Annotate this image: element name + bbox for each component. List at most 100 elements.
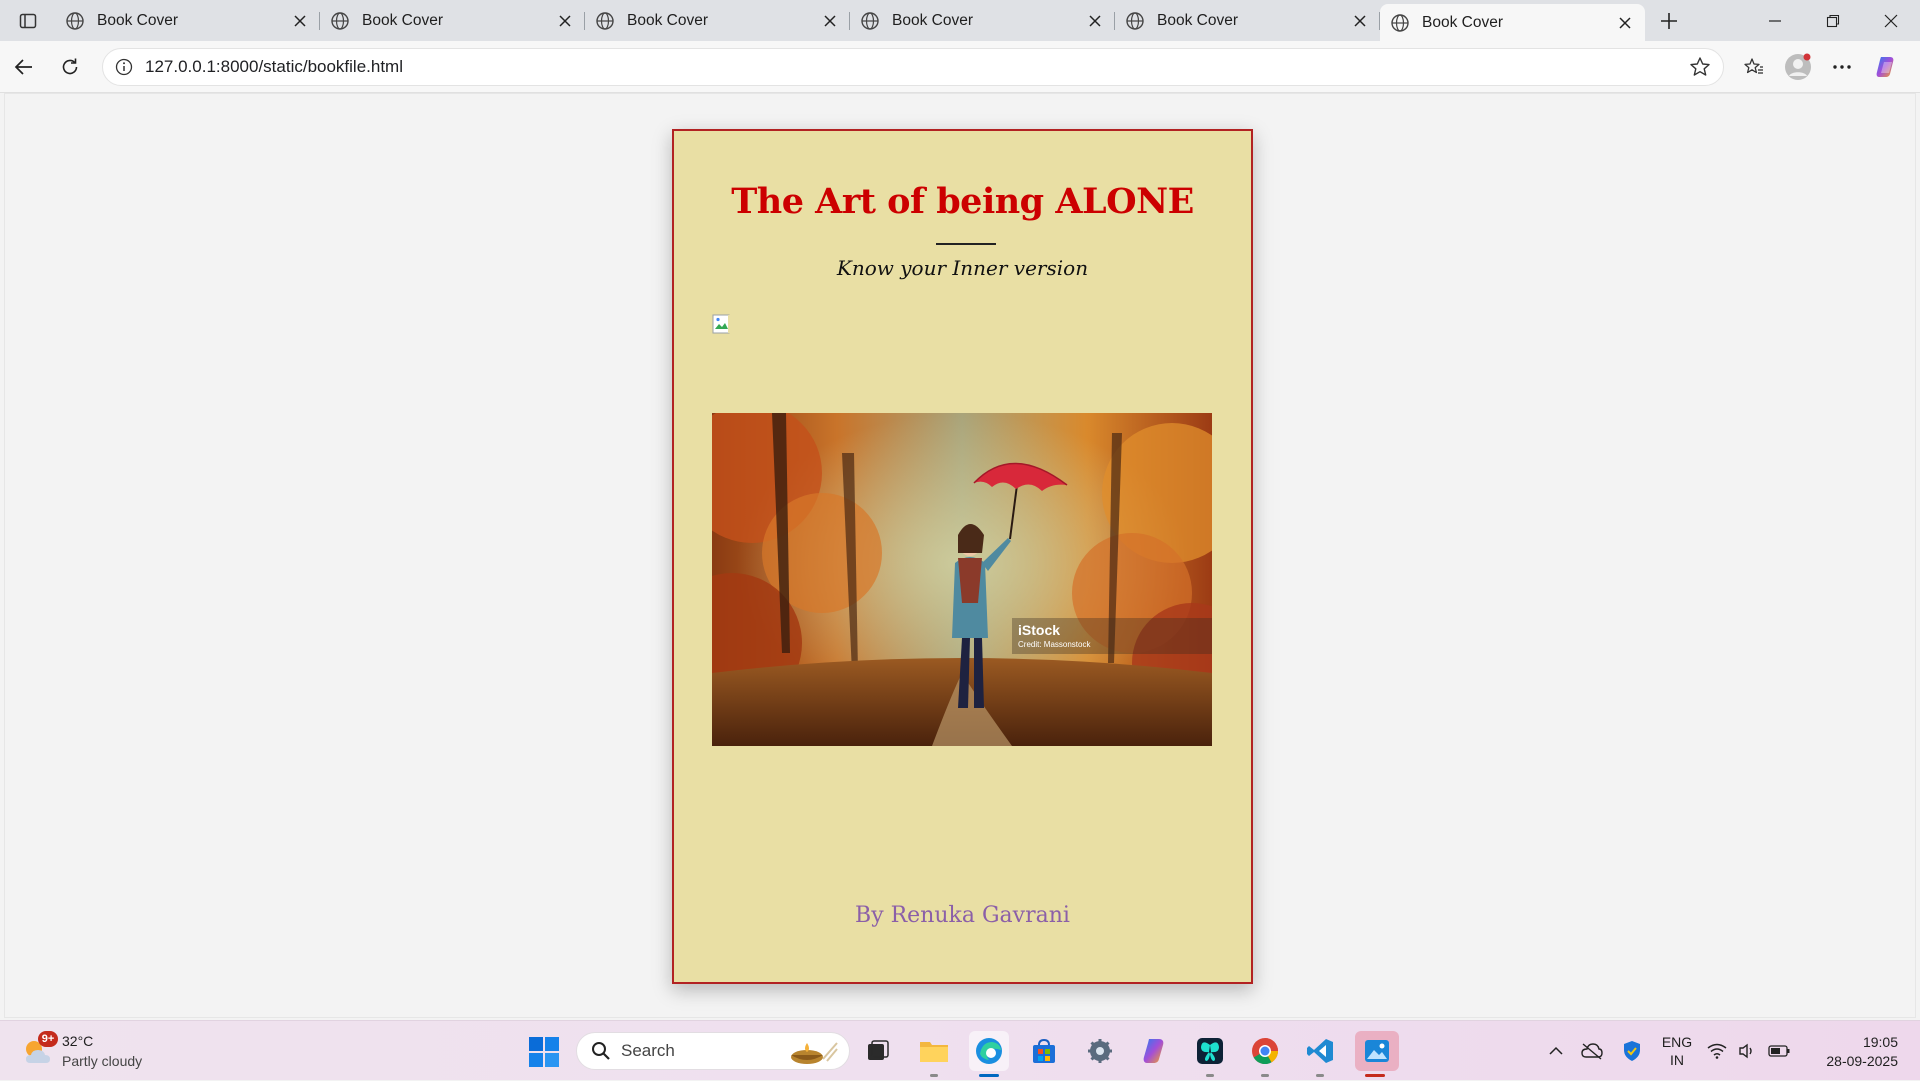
task-view-icon <box>868 1040 889 1060</box>
file-explorer-button[interactable] <box>914 1031 954 1077</box>
tab-book-cover-3[interactable]: Book Cover <box>585 0 850 41</box>
copilot-icon <box>1876 56 1894 77</box>
tab-book-cover-active[interactable]: Book Cover <box>1380 4 1645 41</box>
settings-button[interactable] <box>1080 1031 1120 1071</box>
clock-time: 19:05 <box>1862 1034 1898 1050</box>
tab-book-cover-5[interactable]: Book Cover <box>1115 0 1380 41</box>
search-icon <box>592 1042 610 1060</box>
vscode-icon <box>1307 1039 1333 1063</box>
book-author: By Renuka Gavrani <box>855 903 1070 928</box>
close-icon[interactable] <box>1615 13 1635 33</box>
refresh-button[interactable] <box>48 47 92 87</box>
gear-icon <box>1088 1039 1112 1063</box>
close-icon[interactable] <box>555 11 575 31</box>
weather-temperature: 32°C <box>62 1033 94 1049</box>
security-shield-icon[interactable] <box>1612 1040 1652 1062</box>
cover-photo: iStock Credit: Massonstock <box>712 413 1212 746</box>
profile-button[interactable] <box>1776 47 1820 87</box>
clock-date: 28-09-2025 <box>1826 1053 1898 1069</box>
restore-icon <box>1826 14 1840 27</box>
weather-description: Partly cloudy <box>62 1053 143 1069</box>
edge-icon <box>976 1038 1002 1064</box>
globe-icon <box>1391 13 1409 32</box>
tab-title: Book Cover <box>97 11 178 29</box>
globe-icon <box>861 11 879 30</box>
globe-icon <box>66 11 84 30</box>
copilot-button[interactable] <box>1864 47 1908 87</box>
taskbar-search[interactable]: Search <box>576 1032 850 1070</box>
page-viewport: The Art of being ALONE Know your Inner v… <box>4 93 1916 1018</box>
favorite-star-icon[interactable] <box>1689 56 1711 78</box>
broken-image-icon <box>712 314 733 335</box>
browser-toolbar: 127.0.0.1:8000/static/bookfile.html <box>0 41 1920 93</box>
battery-icon[interactable] <box>1762 1045 1796 1057</box>
back-arrow-icon <box>14 58 32 75</box>
microsoft-store-button[interactable] <box>1024 1031 1064 1071</box>
book-subtitle: Know your Inner version <box>836 256 1089 280</box>
region-code: IN <box>1670 1052 1684 1068</box>
favorites-button[interactable] <box>1732 47 1776 87</box>
tab-book-cover-1[interactable]: Book Cover <box>55 0 320 41</box>
tab-actions-button[interactable] <box>0 0 55 41</box>
title-divider <box>936 243 996 245</box>
close-icon[interactable] <box>820 11 840 31</box>
close-icon[interactable] <box>1350 11 1370 31</box>
book-cover: The Art of being ALONE Know your Inner v… <box>672 129 1253 984</box>
info-icon[interactable] <box>115 58 133 76</box>
search-label: Search <box>621 1041 675 1060</box>
start-button[interactable] <box>528 1036 560 1068</box>
back-button[interactable] <box>2 47 46 87</box>
task-view-button[interactable] <box>858 1031 898 1071</box>
more-menu-button[interactable] <box>1820 47 1864 87</box>
volume-icon[interactable] <box>1732 1043 1762 1059</box>
close-icon <box>1884 14 1898 27</box>
windows-logo-icon <box>529 1037 559 1067</box>
butterfly-app-icon <box>1197 1038 1223 1064</box>
language-indicator[interactable]: ENG IN <box>1652 1033 1702 1069</box>
chevron-up-icon[interactable] <box>1540 1046 1572 1056</box>
chrome-icon <box>1252 1038 1279 1065</box>
tab-title: Book Cover <box>1422 13 1503 31</box>
close-window-button[interactable] <box>1862 0 1920 41</box>
refresh-icon <box>62 58 78 74</box>
minimize-button[interactable] <box>1746 0 1804 41</box>
globe-icon <box>1126 11 1144 30</box>
weather-widget[interactable]: 9+ 32°C Partly cloudy <box>20 1031 142 1071</box>
vscode-button[interactable] <box>1300 1031 1340 1077</box>
tab-book-cover-4[interactable]: Book Cover <box>850 0 1115 41</box>
photos-icon <box>1365 1040 1389 1062</box>
wifi-icon[interactable] <box>1702 1043 1732 1059</box>
edge-button[interactable] <box>969 1031 1009 1077</box>
more-dots-icon <box>1833 64 1851 69</box>
onedrive-offline-icon[interactable] <box>1572 1042 1612 1060</box>
language-code: ENG <box>1661 1034 1693 1050</box>
close-icon[interactable] <box>290 11 310 31</box>
tab-strip: Book Cover Book Cover Book Cover Book Co… <box>0 0 1920 41</box>
photos-app-button[interactable] <box>1355 1031 1399 1077</box>
store-icon <box>1033 1038 1055 1063</box>
tab-title: Book Cover <box>627 11 708 29</box>
partly-cloudy-icon: 9+ <box>20 1031 58 1069</box>
favorites-icon <box>1744 57 1763 74</box>
close-icon[interactable] <box>1085 11 1105 31</box>
clock[interactable]: 19:05 28-09-2025 <box>1826 1033 1898 1071</box>
new-tab-button[interactable] <box>1645 0 1693 41</box>
tab-book-cover-2[interactable]: Book Cover <box>320 0 585 41</box>
tab-actions-icon <box>19 13 36 28</box>
woman-with-umbrella-illustration: iStock Credit: Massonstock <box>712 413 1212 746</box>
restore-button[interactable] <box>1804 0 1862 41</box>
copilot-icon <box>1143 1039 1164 1063</box>
window-controls <box>1746 0 1920 41</box>
tab-title: Book Cover <box>1157 11 1238 29</box>
taskbar: 9+ 32°C Partly cloudy Search ENG IN 19:0… <box>0 1020 1920 1080</box>
copilot-app-button[interactable] <box>1135 1031 1175 1071</box>
avatar-icon <box>1785 53 1811 80</box>
url-text[interactable]: 127.0.0.1:8000/static/bookfile.html <box>145 57 1689 77</box>
address-bar[interactable]: 127.0.0.1:8000/static/bookfile.html <box>102 47 1724 86</box>
photo-credit: Credit: Massonstock <box>1018 640 1091 649</box>
minimize-icon <box>1769 19 1781 22</box>
tab-title: Book Cover <box>892 11 973 29</box>
photo-watermark: iStock <box>1018 622 1060 638</box>
chrome-button[interactable] <box>1245 1031 1285 1077</box>
app-butterfly-button[interactable] <box>1190 1031 1230 1077</box>
